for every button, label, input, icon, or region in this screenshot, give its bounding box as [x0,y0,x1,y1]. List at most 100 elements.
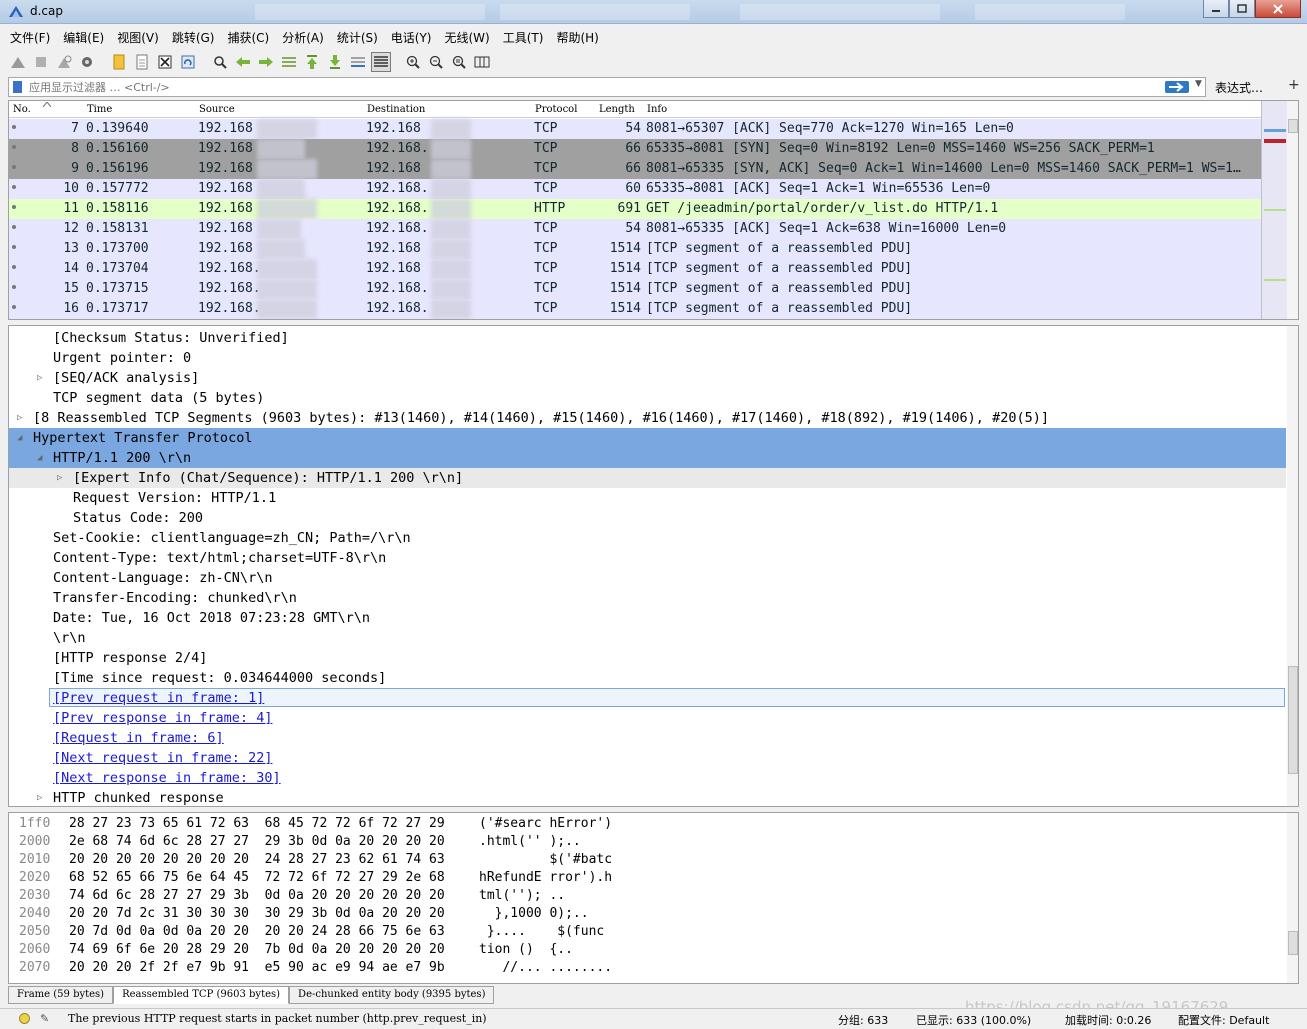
packet-row[interactable]: 15 0.173715 192.168. 192.168. TCP 1514 [TCP se… [9,279,1261,299]
details-tree-item[interactable]: \r\n [9,628,1286,648]
close-button[interactable] [1255,0,1301,18]
menu-analyze[interactable]: 分析(A) [282,29,324,46]
minimize-button[interactable] [1203,0,1229,18]
details-tree-item[interactable]: [Prev request in frame: 1] [9,688,1286,708]
close-file-icon[interactable] [155,52,175,72]
find-packet-icon[interactable] [210,52,230,72]
normal-size-icon[interactable] [449,52,469,72]
details-tree-item[interactable]: Status Code: 200 [9,508,1286,528]
details-tree-item[interactable]: ▷ [SEQ/ACK analysis] [9,368,1286,388]
restart-capture-icon[interactable] [54,52,74,72]
last-packet-icon[interactable] [325,52,345,72]
back-arrow-icon[interactable] [233,52,253,72]
menu-edit[interactable]: 编辑(E) [63,29,104,46]
expert-info-led-icon[interactable] [19,1013,30,1024]
details-tree-item[interactable]: Content-Language: zh-CN\r\n [9,568,1286,588]
column-header-info[interactable]: Info [647,104,667,115]
menu-tools[interactable]: 工具(T) [503,29,544,46]
details-tree-item[interactable]: ◢ Hypertext Transfer Protocol [9,428,1286,448]
details-tree-item[interactable]: [Checksum Status: Unverified] [9,328,1286,348]
tree-collapsed-arrow-icon[interactable]: ▷ [17,413,22,423]
column-header-destination[interactable]: Destination [367,104,425,115]
apply-filter-arrow-icon[interactable] [1165,81,1189,93]
details-tree-item[interactable]: ▷ HTTP chunked response [9,788,1286,806]
tree-collapsed-arrow-icon[interactable]: ▷ [37,373,42,383]
display-filter-input[interactable] [29,79,1159,95]
tab-reassembled-tcp[interactable]: Reassembled TCP (9603 bytes) [113,986,290,1004]
filter-history-dropdown-icon[interactable]: ▼ [1195,79,1202,89]
details-tree-item[interactable]: [Time since request: 0.034644000 seconds… [9,668,1286,688]
column-header-protocol[interactable]: Protocol [535,104,577,115]
open-file-icon[interactable] [109,52,129,72]
tab-dechunked-body[interactable]: De-chunked entity body (9395 bytes) [289,986,495,1004]
packet-row[interactable]: 16 0.173717 192.168. 192.168. TCP 1514 [TCP se… [9,299,1261,319]
tab-frame-bytes[interactable]: Frame (59 bytes) [8,986,114,1004]
stop-capture-icon[interactable] [31,52,51,72]
column-header-source[interactable]: Source [199,104,235,115]
details-tree-item[interactable]: TCP segment data (5 bytes) [9,388,1286,408]
zoom-in-icon[interactable] [403,52,423,72]
packet-row[interactable]: 13 0.173700 192.168 192.168 TCP 1514 [TCP segm… [9,239,1261,259]
resize-columns-icon[interactable] [472,52,492,72]
packet-row[interactable]: 9 0.156196 192.168 192.168 TCP 66 8081→65335 [… [9,159,1261,179]
column-header-no[interactable]: No. [13,104,31,115]
column-header-time[interactable]: Time [87,104,112,115]
menu-file[interactable]: 文件(F) [10,29,50,46]
goto-packet-icon[interactable] [279,52,299,72]
menu-capture[interactable]: 捕获(C) [227,29,269,46]
details-tree-item[interactable]: Content-Type: text/html;charset=UTF-8\r\… [9,548,1286,568]
details-tree-item[interactable]: Transfer-Encoding: chunked\r\n [9,588,1286,608]
packet-row[interactable]: 10 0.157772 192.168 192.168. TCP 60 65335→8081… [9,179,1261,199]
tree-collapsed-arrow-icon[interactable]: ▷ [37,793,42,803]
details-tree-item[interactable]: ▷ [8 Reassembled TCP Segments (9603 bytes… [9,408,1286,428]
first-packet-icon[interactable] [302,52,322,72]
menu-statistics[interactable]: 统计(S) [337,29,378,46]
packet-row[interactable]: 7 0.139640 192.168 192.168 TCP 54 8081→65307 [… [9,119,1261,139]
add-filter-button[interactable]: + [1288,77,1300,93]
details-tree-item[interactable]: [Next response in frame: 30] [9,768,1286,788]
column-header-length[interactable]: Length [599,104,635,115]
tree-expanded-arrow-icon[interactable]: ◢ [37,453,42,463]
packet-minimap[interactable] [1261,101,1287,319]
expression-button[interactable]: 表达式… [1215,79,1263,96]
display-filter-field[interactable]: ▼ [8,77,1206,97]
tree-collapsed-arrow-icon[interactable]: ▷ [57,473,62,483]
details-tree-item[interactable]: [HTTP response 2/4] [9,648,1286,668]
packet-row[interactable]: 14 0.173704 192.168. 192.168 TCP 1514 [TCP seg… [9,259,1261,279]
edit-comment-icon[interactable]: ✎ [40,1012,49,1025]
menu-go[interactable]: 跳转(G) [172,29,215,46]
forward-arrow-icon[interactable] [256,52,276,72]
details-tree-item[interactable]: [Next request in frame: 22] [9,748,1286,768]
menu-telephony[interactable]: 电话(Y) [391,29,432,46]
capture-options-icon[interactable] [77,52,97,72]
details-tree-item[interactable]: ▷ [Expert Info (Chat/Sequence): HTTP/1.1 … [9,468,1286,488]
packet-row[interactable]: 8 0.156160 192.168 192.168. TCP 66 65335→8081 … [9,139,1261,159]
details-tree-item[interactable]: ◢ HTTP/1.1 200 \r\n [9,448,1286,468]
packet-row[interactable]: 12 0.158131 192.168 192.168. TCP 54 8081→65335… [9,219,1261,239]
menu-help[interactable]: 帮助(H) [556,29,598,46]
packet-list-pane: No. Time Source Destination Protocol Len… [8,100,1299,320]
menu-wireless[interactable]: 无线(W) [445,29,490,46]
colorize-icon[interactable] [371,52,391,72]
details-tree-item[interactable]: [Request in frame: 6] [9,728,1286,748]
packet-row[interactable]: 11 0.158116 192.168 192.168. HTTP 691 GET /jee… [9,199,1261,219]
shark-fin-start-icon[interactable] [8,52,28,72]
details-tree-item[interactable]: Set-Cookie: clientlanguage=zh_CN; Path=/… [9,528,1286,548]
details-tree-item[interactable]: [Prev response in frame: 4] [9,708,1286,728]
details-tree-item[interactable]: Date: Tue, 16 Oct 2018 07:23:28 GMT\r\n [9,608,1286,628]
tree-expanded-arrow-icon[interactable]: ◢ [17,433,22,443]
details-tree-item[interactable]: Urgent pointer: 0 [9,348,1286,368]
autoscroll-icon[interactable] [348,52,368,72]
menu-view[interactable]: 视图(V) [117,29,159,46]
details-scrollbar-thumb[interactable] [1288,666,1298,774]
bookmark-icon[interactable] [13,81,22,93]
zoom-out-icon[interactable] [426,52,446,72]
profile-name[interactable]: 配置文件: Default [1178,1012,1269,1028]
packet-list-scrollbar[interactable] [1287,101,1298,319]
bytes-scrollbar[interactable] [1287,813,1298,983]
maximize-button[interactable] [1229,0,1255,18]
reload-file-icon[interactable] [178,52,198,72]
details-tree-item[interactable]: Request Version: HTTP/1.1 [9,488,1286,508]
save-file-icon[interactable] [132,52,152,72]
details-scrollbar[interactable] [1287,326,1298,806]
